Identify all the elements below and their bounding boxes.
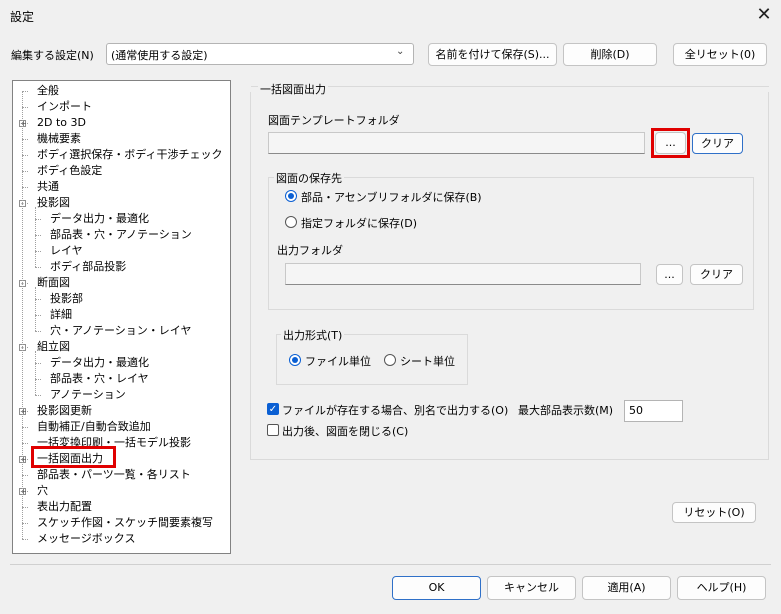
- ok-button[interactable]: OK: [392, 576, 481, 600]
- max-parts-label: 最大部品表示数(M): [518, 404, 614, 417]
- tree-item[interactable]: 全般: [37, 84, 59, 98]
- save-to-specified-folder-radio[interactable]: [285, 216, 297, 228]
- tree-guide: [22, 91, 23, 539]
- apply-button[interactable]: 適用(A): [582, 576, 671, 600]
- tree-item[interactable]: スケッチ作図・スケッチ間要素複写: [37, 516, 213, 530]
- per-file-label[interactable]: ファイル単位: [305, 353, 371, 369]
- tree-item[interactable]: 投影部: [50, 292, 83, 306]
- tree-item[interactable]: 穴: [37, 484, 48, 498]
- tree-item[interactable]: 自動補正/自動合致追加: [37, 420, 151, 434]
- close-after-output-checkbox[interactable]: [267, 424, 279, 436]
- tree-item[interactable]: 部品表・パーツ一覧・各リスト: [37, 468, 191, 482]
- tree-item[interactable]: 表出力配置: [37, 500, 92, 514]
- tree-item[interactable]: レイヤ: [50, 244, 83, 258]
- reset-all-button[interactable]: 全リセット(0): [673, 43, 767, 66]
- tree-item[interactable]: 組立図: [37, 340, 70, 354]
- tree-item[interactable]: 機械要素: [37, 132, 81, 146]
- tree-item[interactable]: データ出力・最適化: [50, 212, 149, 226]
- save-to-part-folder-label[interactable]: 部品・アセンブリフォルダに保存(B): [301, 189, 482, 205]
- window-title: 設定: [10, 10, 35, 24]
- tree-connector: [35, 331, 41, 332]
- edit-settings-label: 編集する設定(N): [11, 49, 94, 62]
- tree-item[interactable]: ボディ選択保存・ボディ干渉チェック: [37, 148, 222, 162]
- template-folder-label: 図面テンプレートフォルダ: [268, 114, 400, 127]
- delete-button[interactable]: 削除(D): [563, 43, 657, 66]
- tree-item[interactable]: 共通: [37, 180, 59, 194]
- clear-template-button[interactable]: クリア: [692, 133, 743, 154]
- rename-if-exists-label[interactable]: ファイルが存在する場合、別名で出力する(O): [282, 402, 508, 418]
- tree-item[interactable]: 部品表・穴・アノテーション: [50, 228, 192, 242]
- save-to-part-folder-radio[interactable]: [285, 190, 297, 202]
- reset-button[interactable]: リセット(O): [672, 502, 756, 523]
- settings-combo[interactable]: (通常使用する設定) ⌄: [106, 43, 414, 65]
- tree-item[interactable]: 断面図: [37, 276, 70, 290]
- browse-output-button[interactable]: ...: [656, 264, 683, 285]
- tree-item[interactable]: ボディ部品投影: [50, 260, 126, 274]
- tree-item[interactable]: 詳細: [50, 308, 72, 322]
- save-to-specified-folder-label[interactable]: 指定フォルダに保存(D): [301, 215, 417, 231]
- tree-item[interactable]: 穴・アノテーション・レイヤ: [50, 324, 191, 338]
- save-as-button[interactable]: 名前を付けて保存(S)...: [428, 43, 557, 66]
- tree-item[interactable]: ボディ色設定: [37, 164, 102, 178]
- save-destination-title: 図面の保存先: [274, 170, 344, 186]
- per-sheet-label[interactable]: シート単位: [400, 353, 455, 369]
- tree-item[interactable]: 2D to 3D: [37, 116, 86, 130]
- chevron-down-icon: ⌄: [396, 46, 405, 57]
- tree-guide: [35, 207, 36, 267]
- tree-item[interactable]: 投影図更新: [37, 404, 92, 418]
- section-title: 一括図面出力: [258, 81, 328, 97]
- output-folder-input[interactable]: [285, 263, 641, 285]
- tree-item[interactable]: 投影図: [37, 196, 70, 210]
- tree-item[interactable]: 部品表・穴・レイヤ: [50, 372, 149, 386]
- settings-combo-value: (通常使用する設定): [111, 49, 208, 62]
- highlight-box: [31, 446, 116, 468]
- footer-separator: [10, 564, 771, 565]
- max-parts-input[interactable]: 50: [624, 400, 683, 422]
- title-bar: [0, 0, 781, 32]
- cancel-button[interactable]: キャンセル: [487, 576, 576, 600]
- tree-item[interactable]: データ出力・最適化: [50, 356, 149, 370]
- per-file-radio[interactable]: [289, 354, 301, 366]
- rename-if-exists-checkbox[interactable]: ✓: [267, 403, 279, 415]
- tree-item[interactable]: インポート: [37, 100, 92, 114]
- output-format-title: 出力形式(T): [281, 327, 345, 343]
- output-folder-label: 出力フォルダ: [277, 244, 343, 257]
- template-folder-input[interactable]: [268, 132, 645, 154]
- per-sheet-radio[interactable]: [384, 354, 396, 366]
- tree-guide: [35, 287, 36, 331]
- settings-tree[interactable]: 全般 インポート +2D to 3D 機械要素 ボディ選択保存・ボディ干渉チェック ボディ…: [12, 80, 231, 554]
- close-after-output-label[interactable]: 出力後、図面を閉じる(C): [282, 423, 408, 439]
- highlight-box: [651, 128, 690, 158]
- tree-item[interactable]: アノテーション: [50, 388, 126, 402]
- tree-connector: [35, 395, 41, 396]
- tree-item[interactable]: メッセージボックス: [37, 532, 135, 546]
- section-rule: [251, 86, 769, 87]
- close-icon[interactable]: ✕: [750, 2, 778, 28]
- tree-connector: [35, 267, 41, 268]
- clear-output-button[interactable]: クリア: [690, 264, 743, 285]
- tree-connector: [22, 539, 28, 540]
- tree-guide: [35, 351, 36, 395]
- help-button[interactable]: ヘルプ(H): [677, 576, 766, 600]
